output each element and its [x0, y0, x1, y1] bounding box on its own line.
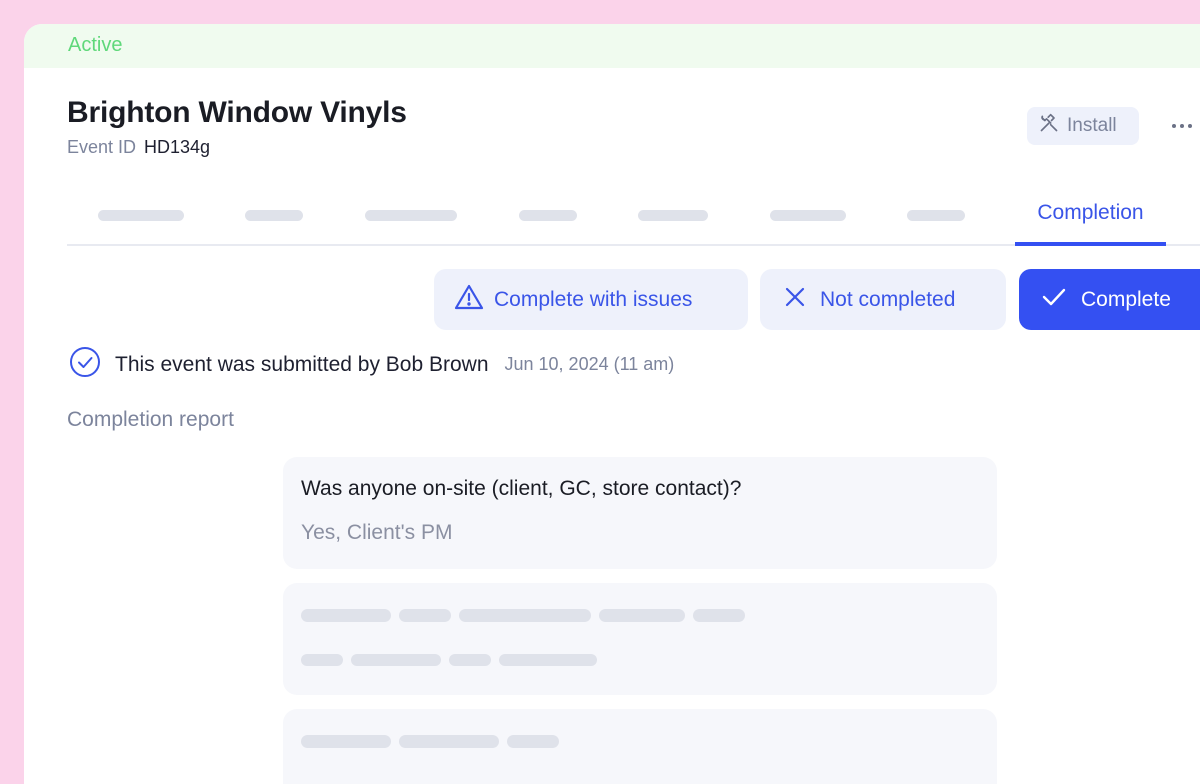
tab-placeholder[interactable]: [519, 210, 577, 221]
status-label: Active: [68, 34, 123, 56]
more-dot: [1180, 124, 1184, 128]
event-id-value: HD134g: [144, 137, 211, 157]
report-item: Was anyone on-site (client, GC, store co…: [283, 457, 997, 569]
report-item-placeholder: [283, 583, 997, 695]
not-completed-label: Not completed: [820, 287, 956, 311]
event-id-label: Event ID: [67, 137, 137, 157]
tab-bar: Completion: [67, 184, 1200, 246]
check-circle-icon: [69, 346, 101, 383]
report-question: Was anyone on-site (client, GC, store co…: [301, 477, 742, 500]
placeholder-bar: [351, 654, 441, 666]
submission-info: This event was submitted by Bob Brown Ju…: [69, 346, 674, 383]
complete-with-issues-label: Complete with issues: [494, 287, 693, 311]
event-id-row: Event ID HD134g: [67, 137, 210, 158]
placeholder-bar: [459, 609, 591, 622]
placeholder-bar: [507, 735, 559, 748]
placeholder-bar: [301, 654, 343, 666]
report-answer: Yes, Client's PM: [301, 521, 453, 544]
placeholder-bar: [449, 654, 491, 666]
placeholder-bar: [693, 609, 745, 622]
tab-placeholder[interactable]: [245, 210, 303, 221]
not-completed-button[interactable]: Not completed: [760, 269, 1006, 330]
event-card: Active Brighton Window Vinyls Event ID HD…: [24, 24, 1200, 784]
tab-placeholder[interactable]: [98, 210, 184, 221]
submission-text: This event was submitted by Bob Brown: [115, 352, 489, 376]
complete-with-issues-button[interactable]: Complete with issues: [434, 269, 748, 330]
tab-placeholder[interactable]: [907, 210, 965, 221]
tab-placeholder[interactable]: [365, 210, 457, 221]
placeholder-bar: [499, 654, 597, 666]
warning-icon: [454, 283, 484, 317]
page-title: Brighton Window Vinyls: [67, 96, 407, 129]
complete-button[interactable]: Complete: [1019, 269, 1200, 330]
close-icon: [784, 286, 806, 314]
install-label: Install: [1067, 115, 1117, 136]
placeholder-bar: [399, 609, 451, 622]
placeholder-bar: [599, 609, 685, 622]
status-bar: Active: [24, 24, 1200, 68]
more-dots-icon: [1172, 124, 1176, 128]
more-options-button[interactable]: [1164, 110, 1200, 142]
hammer-wrench-icon: [1039, 113, 1059, 139]
placeholder-bar: [301, 735, 391, 748]
completion-report-heading: Completion report: [67, 408, 234, 431]
install-button[interactable]: Install: [1027, 107, 1139, 145]
tab-placeholder[interactable]: [638, 210, 708, 221]
check-icon: [1041, 287, 1067, 313]
submission-date: Jun 10, 2024 (11 am): [504, 354, 675, 374]
report-item-placeholder: [283, 709, 997, 784]
complete-label: Complete: [1081, 287, 1171, 311]
placeholder-bar: [399, 735, 499, 748]
more-dot: [1188, 124, 1192, 128]
tab-placeholder[interactable]: [770, 210, 846, 221]
tab-completion[interactable]: Completion: [1015, 184, 1166, 246]
placeholder-bar: [301, 609, 391, 622]
